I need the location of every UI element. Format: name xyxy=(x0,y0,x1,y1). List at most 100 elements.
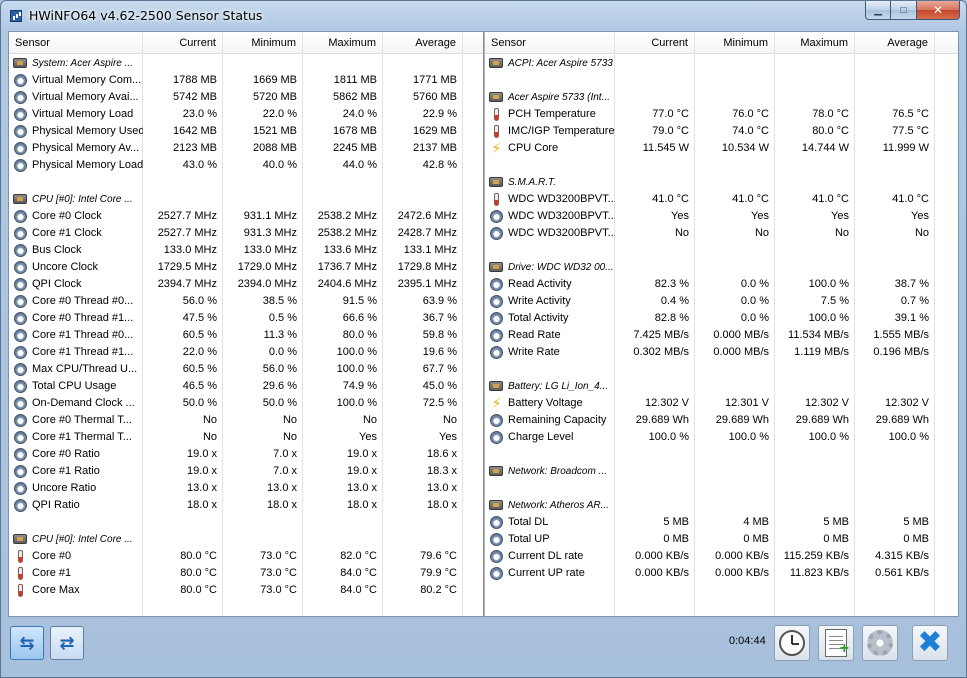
sensor-group-row[interactable]: Network: Broadcom ... xyxy=(485,463,958,480)
sensor-row[interactable]: Total UP 0 MB 0 MB 0 MB 0 MB xyxy=(485,531,958,548)
value-current: 133.0 MHz xyxy=(163,244,217,256)
column-header-current[interactable]: Current xyxy=(615,32,695,54)
sensor-row[interactable]: Max CPU/Thread U... 60.5 % 56.0 % 100.0 % 67… xyxy=(9,361,483,378)
column-header-maximum[interactable]: Maximum xyxy=(775,32,855,54)
sensor-row[interactable]: Core #0 Ratio 19.0 x 7.0 x 19.0 x 18.6 x xyxy=(9,446,483,463)
sensor-name: Core #1 Thread #0... xyxy=(32,329,134,341)
sensor-row[interactable]: Battery Voltage 12.302 V 12.301 V 12.302 V 1… xyxy=(485,395,958,412)
sensor-row[interactable]: WDC WD3200BPVT... Yes Yes Yes Yes xyxy=(485,208,958,225)
sensor-row[interactable]: Virtual Memory Avai... 5742 MB 5720 MB 5862… xyxy=(9,89,483,106)
sensor-group-row[interactable]: Acer Aspire 5733 (Int... xyxy=(485,89,958,106)
column-header-sensor[interactable]: Sensor xyxy=(9,32,143,54)
sensor-group-row[interactable]: Battery: LG Li_Ion_4... xyxy=(485,378,958,395)
sensor-row[interactable]: Read Activity 82.3 % 0.0 % 100.0 % 38.7 % xyxy=(485,276,958,293)
sensor-row[interactable]: Core Max 80.0 °C 73.0 °C 84.0 °C 80.2 °C xyxy=(9,582,483,599)
sensor-name: Core #1 Thermal T... xyxy=(32,431,132,443)
sensor-pane-left[interactable]: Sensor Current Minimum Maximum Average S… xyxy=(9,32,483,616)
value-average: 1729.8 MHz xyxy=(397,261,457,273)
value-current: 0.000 KB/s xyxy=(635,550,689,562)
title-bar[interactable]: HWiNFO64 v4.62-2500 Sensor Status ▁ □ ✕ xyxy=(1,1,966,31)
sensor-row[interactable]: Core #1 Ratio 19.0 x 7.0 x 19.0 x 18.3 x xyxy=(9,463,483,480)
sensor-row[interactable]: Write Activity 0.4 % 0.0 % 7.5 % 0.7 % xyxy=(485,293,958,310)
sensor-row[interactable]: Uncore Clock 1729.5 MHz 1729.0 MHz 1736.7 M… xyxy=(9,259,483,276)
sensor-name: Virtual Memory Load xyxy=(32,108,134,120)
sensor-row[interactable]: WDC WD3200BPVT... 41.0 °C 41.0 °C 41.0 °C 41… xyxy=(485,191,958,208)
value-current: 46.5 % xyxy=(182,380,217,392)
sensor-row[interactable]: Virtual Memory Com... 1788 MB 1669 MB 1811 … xyxy=(9,72,483,89)
value-current: 77.0 °C xyxy=(652,108,689,120)
sensor-row[interactable]: WDC WD3200BPVT... No No No No xyxy=(485,225,958,242)
maximize-button[interactable]: □ xyxy=(891,1,917,20)
value-average: 1629 MB xyxy=(412,125,457,137)
sensor-row[interactable]: Physical Memory Used 1642 MB 1521 MB 1678 M… xyxy=(9,123,483,140)
sensor-group-row[interactable]: ACPI: Acer Aspire 5733 xyxy=(485,55,958,72)
expand-left-button[interactable]: ⇆ xyxy=(10,626,44,660)
sensor-pane-right[interactable]: Sensor Current Minimum Maximum Average A… xyxy=(485,32,958,616)
minimize-button[interactable]: ▁ xyxy=(865,1,891,20)
value-minimum: 18.0 x xyxy=(267,499,297,511)
sensor-row[interactable]: QPI Clock 2394.7 MHz 2394.0 MHz 2404.6 MHz 2… xyxy=(9,276,483,293)
sensor-row[interactable]: On-Demand Clock ... 50.0 % 50.0 % 100.0 % 72… xyxy=(9,395,483,412)
sensor-name: WDC WD3200BPVT... xyxy=(508,193,615,205)
sensor-row[interactable]: Core #1 Thread #0... 60.5 % 11.3 % 80.0 % 59… xyxy=(9,327,483,344)
sensor-row[interactable]: Total Activity 82.8 % 0.0 % 100.0 % 39.1 % xyxy=(485,310,958,327)
sensor-row[interactable]: Read Rate 7.425 MB/s 0.000 MB/s 11.534 MB/s… xyxy=(485,327,958,344)
column-header-minimum[interactable]: Minimum xyxy=(695,32,775,54)
close-sensors-button[interactable]: ✖ xyxy=(912,625,948,661)
column-header-average[interactable]: Average xyxy=(855,32,935,54)
sensor-row[interactable]: Virtual Memory Load 23.0 % 22.0 % 24.0 % 22.… xyxy=(9,106,483,123)
value-maximum: No xyxy=(834,227,849,239)
sensor-row[interactable]: QPI Ratio 18.0 x 18.0 x 18.0 x 18.0 x xyxy=(9,497,483,514)
sensor-row[interactable]: Core #0 Thread #1... 47.5 % 0.5 % 66.6 % 36.… xyxy=(9,310,483,327)
sensor-row[interactable]: Charge Level 100.0 % 100.0 % 100.0 % 100.0 % xyxy=(485,429,958,446)
sensor-row[interactable]: Core #1 Thermal T... No No Yes Yes xyxy=(9,429,483,446)
column-header-minimum[interactable]: Minimum xyxy=(223,32,303,54)
sensor-row[interactable]: PCH Temperature 77.0 °C 76.0 °C 78.0 °C 76.5… xyxy=(485,106,958,123)
value-maximum: Yes xyxy=(831,210,849,222)
sensor-row[interactable]: Core #0 80.0 °C 73.0 °C 82.0 °C 79.6 °C xyxy=(9,548,483,565)
sensor-row[interactable]: Uncore Ratio 13.0 x 13.0 x 13.0 x 13.0 x xyxy=(9,480,483,497)
column-header-maximum[interactable]: Maximum xyxy=(303,32,383,54)
expand-right-button[interactable]: ⇄ xyxy=(50,626,84,660)
value-minimum: 29.6 % xyxy=(262,380,297,392)
sensor-group-row[interactable]: CPU [#0]: Intel Core ... xyxy=(9,191,483,208)
sensor-row[interactable]: Physical Memory Av... 2123 MB 2088 MB 2245 … xyxy=(9,140,483,157)
logging-start-button[interactable]: + xyxy=(818,625,854,661)
value-maximum: 19.0 x xyxy=(347,465,377,477)
sensor-name: Uncore Clock xyxy=(32,261,99,273)
close-window-button[interactable]: ✕ xyxy=(917,1,960,20)
sensor-row[interactable]: Remaining Capacity 29.689 Wh 29.689 Wh 29.6… xyxy=(485,412,958,429)
sensor-group-row[interactable]: Drive: WDC WD32 00... xyxy=(485,259,958,276)
sensor-name: Virtual Memory Avai... xyxy=(32,91,139,103)
sensor-group-row[interactable]: CPU [#0]: Intel Core ... xyxy=(9,531,483,548)
value-average: 19.6 % xyxy=(422,346,457,358)
sensor-row[interactable]: Physical Memory Load 43.0 % 40.0 % 44.0 % 42… xyxy=(9,157,483,174)
settings-button[interactable] xyxy=(862,625,898,661)
sensor-row[interactable]: CPU Core 11.545 W 10.534 W 14.744 W 11.999 W xyxy=(485,140,958,157)
sensor-name: QPI Ratio xyxy=(32,499,80,511)
sensor-row[interactable]: Core #0 Thermal T... No No No No xyxy=(9,412,483,429)
sensor-group-row[interactable]: Network: Atheros AR... xyxy=(485,497,958,514)
value-minimum: 0.5 % xyxy=(268,312,297,324)
sensor-row[interactable]: Write Rate 0.302 MB/s 0.000 MB/s 1.119 MB/s… xyxy=(485,344,958,361)
sensor-row[interactable]: Total CPU Usage 46.5 % 29.6 % 74.9 % 45.0 % xyxy=(9,378,483,395)
sensor-row[interactable]: Core #1 80.0 °C 73.0 °C 84.0 °C 79.9 °C xyxy=(9,565,483,582)
value-minimum: 1521 MB xyxy=(252,125,297,137)
column-header-sensor[interactable]: Sensor xyxy=(485,32,615,54)
app-icon[interactable] xyxy=(10,10,22,22)
sensor-row[interactable]: IMC/IGP Temperature 79.0 °C 74.0 °C 80.0 °C… xyxy=(485,123,958,140)
sensor-name: System: Acer Aspire ... xyxy=(32,58,133,69)
sensor-row[interactable]: Core #1 Clock 2527.7 MHz 931.3 MHz 2538.2 M… xyxy=(9,225,483,242)
column-header-current[interactable]: Current xyxy=(143,32,223,54)
sensor-row[interactable]: Core #0 Clock 2527.7 MHz 931.1 MHz 2538.2 M… xyxy=(9,208,483,225)
sensor-row[interactable]: Bus Clock 133.0 MHz 133.0 MHz 133.6 MHz 133.… xyxy=(9,242,483,259)
sensor-group-row[interactable]: S.M.A.R.T. xyxy=(485,174,958,191)
sensor-group-row[interactable]: System: Acer Aspire ... xyxy=(9,55,483,72)
sensor-row[interactable]: Current DL rate 0.000 KB/s 0.000 KB/s 115.2… xyxy=(485,548,958,565)
sensor-row[interactable]: Core #0 Thread #0... 56.0 % 38.5 % 91.5 % 63… xyxy=(9,293,483,310)
sensor-row[interactable]: Total DL 5 MB 4 MB 5 MB 5 MB xyxy=(485,514,958,531)
column-header-average[interactable]: Average xyxy=(383,32,463,54)
sensor-row[interactable]: Core #1 Thread #1... 22.0 % 0.0 % 100.0 % 19… xyxy=(9,344,483,361)
sensor-row[interactable]: Current UP rate 0.000 KB/s 0.000 KB/s 11.82… xyxy=(485,565,958,582)
reset-clock-button[interactable] xyxy=(774,625,810,661)
